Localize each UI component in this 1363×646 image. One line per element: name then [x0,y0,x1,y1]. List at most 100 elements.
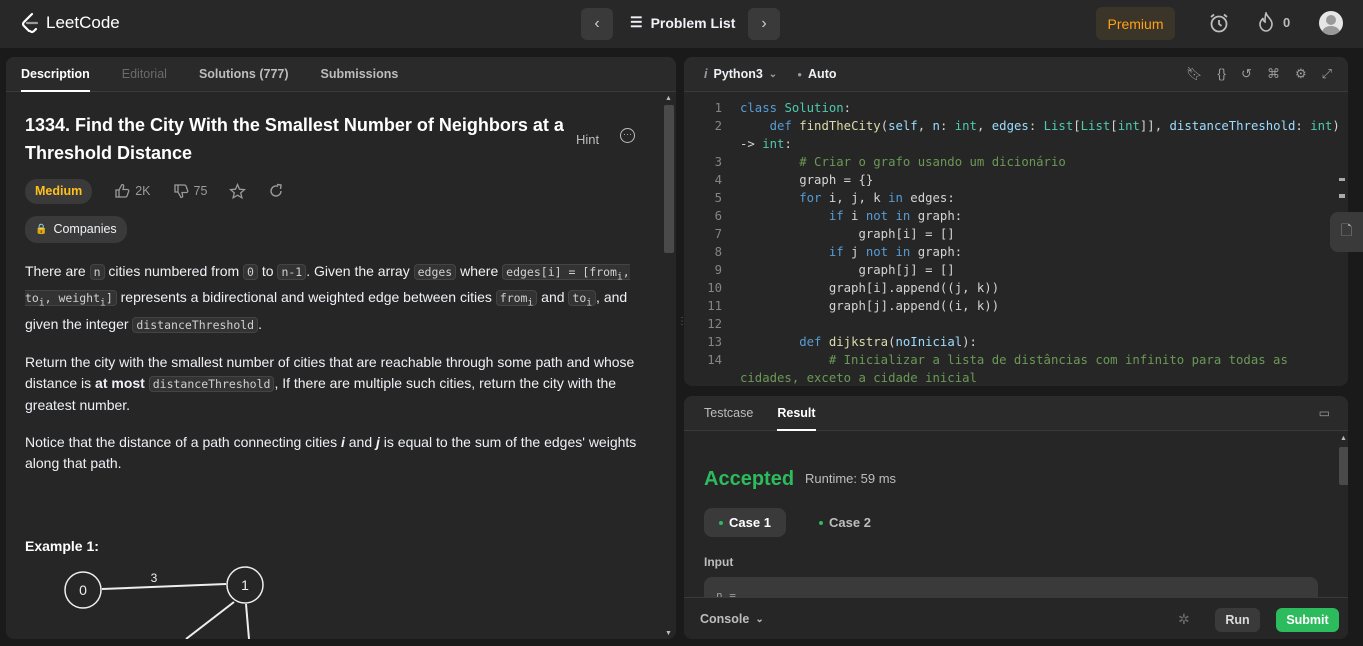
line-number: 10 [707,281,722,295]
leetcode-logo-icon [21,12,39,34]
result-tabs: Testcase Result ▭ [684,396,1348,431]
result-panel: Testcase Result ▭ Accepted Runtime: 59 m… [684,396,1348,639]
problem-list-button[interactable]: ☰ Problem List [630,14,735,31]
line-number: 8 [714,245,722,259]
runtime-text: Runtime: 59 ms [805,471,897,486]
description-panel: Description Editorial Solutions (777) Su… [6,57,676,639]
code-line: cidades, exceto a cidade inicial [740,371,977,385]
auto-mode[interactable]: ● Auto [797,67,836,81]
run-button[interactable]: Run [1215,608,1260,632]
command-icon[interactable]: ⌘ [1267,66,1280,82]
logo-text: LeetCode [46,13,120,32]
editor-toolbar: i Python3 ⌄ ● Auto 🔖︎ {} ↺ ⌘ ⚙ ⤢ [684,57,1348,92]
timer-button[interactable] [1208,12,1230,34]
code-line: if i not in graph: [828,209,963,223]
braces-icon[interactable]: {} [1217,66,1226,82]
result-footer: Console ⌄ ✲ Run Submit [684,597,1348,639]
tab-editorial[interactable]: Editorial [122,57,167,92]
next-problem-button[interactable]: › [748,8,780,40]
graph-edge-1-right [245,603,250,639]
favorite-button[interactable] [229,182,247,200]
fire-icon [1259,12,1273,32]
language-label: Python3 [713,67,763,81]
share-icon [270,183,283,197]
case-2-tab[interactable]: Case 2 [804,508,886,537]
tab-solutions[interactable]: Solutions (777) [199,57,289,92]
chevron-down-icon: ⌄ [768,68,778,80]
console-toggle[interactable]: Console ⌄ [700,612,764,626]
pass-dot-icon [719,520,723,525]
problem-paragraph-2: Return the city with the smallest number… [25,353,635,413]
code-line: if j not in graph: [828,245,963,259]
streak-button[interactable]: 0 [1257,12,1290,32]
debugger-icon[interactable]: ✲ [1178,611,1190,628]
dislike-button[interactable]: 75 [173,181,208,202]
graph-edge-0-1 [101,583,227,590]
tab-testcase[interactable]: Testcase [704,396,753,431]
code-line: graph = {} [740,173,874,187]
prev-problem-button[interactable]: ‹ [581,8,613,40]
share-button[interactable] [268,183,284,199]
thumbs-up-icon [115,183,130,198]
dislike-count: 75 [193,183,208,198]
graph-edge-weight: 3 [151,571,158,585]
top-navbar: LeetCode ‹ ☰ Problem List › Premium 0 [0,0,1363,48]
star-icon [229,182,247,199]
companies-label: Companies [53,222,117,236]
result-status: Accepted [704,468,795,490]
description-tabs: Description Editorial Solutions (777) Su… [6,57,676,92]
list-icon: ☰ [630,14,643,30]
settings-icon[interactable]: ⚙ [1295,66,1307,82]
console-label: Console [700,612,750,626]
code-line: class Solution: [740,101,852,115]
problem-paragraph-3: Notice that the distance of a path conne… [25,433,637,471]
premium-button[interactable]: Premium [1096,7,1175,40]
problem-title[interactable]: 1334. Find the City With the Smallest Nu… [25,111,565,167]
graph-node-1-label: 1 [241,577,249,593]
like-button[interactable]: 2K [114,181,151,202]
line-number: 5 [714,191,722,205]
language-select[interactable]: i Python3 ⌄ [704,67,777,81]
line-number: 11 [707,299,722,313]
code-line: for i, j, k in edges: [799,191,955,205]
line-number: 9 [714,263,722,277]
chevron-right-icon: › [761,15,767,32]
panel-splitter[interactable]: ⋮ [677,316,687,332]
code-line: def dijkstra(noInicial): [799,335,977,349]
result-scrollbar[interactable]: ▲ [1338,433,1348,597]
avatar[interactable] [1319,11,1343,35]
notes-tab[interactable]: 🗋 [1330,212,1363,252]
lock-icon: 🔒 [35,224,48,235]
case-1-tab[interactable]: Case 1 [704,508,786,537]
tab-submissions[interactable]: Submissions [321,57,399,92]
line-number: 6 [714,209,722,223]
more-options-icon[interactable]: ··· [620,128,635,143]
graph-node-0-label: 0 [79,582,87,598]
chevron-down-icon: ⌄ [755,613,764,625]
code-line: # Inicializar a lista de distâncias com … [828,353,1288,367]
code-line: # Criar o grafo usando um dicionário [799,155,1066,169]
like-count: 2K [135,183,151,198]
bookmark-icon[interactable]: 🔖︎ [1186,66,1203,82]
logo[interactable]: LeetCode [20,12,120,34]
companies-tag[interactable]: 🔒 Companies [25,216,127,243]
code-line: -> int: [740,137,792,151]
problem-list-label: Problem List [650,14,736,31]
tab-description[interactable]: Description [21,57,90,92]
auto-label: Auto [808,67,837,81]
dot-icon: ● [797,69,803,79]
description-scrollbar[interactable]: ▲ ▼ [662,93,676,639]
submit-button[interactable]: Submit [1276,608,1339,632]
streak-count: 0 [1283,14,1291,30]
code-line: graph[i].append((j, k)) [740,281,1000,295]
line-number: 7 [714,227,722,241]
graph-edge-1-down [185,601,235,639]
pass-dot-icon [819,520,823,525]
hint-button[interactable]: Hint [576,129,599,150]
reset-icon[interactable]: ↺ [1241,66,1252,82]
tab-result[interactable]: Result [777,396,816,431]
layout-toggle-icon[interactable]: ▭ [1319,406,1330,420]
fullscreen-icon[interactable]: ⤢ [1322,66,1332,82]
problem-paragraph-1: There are n cities numbered from 0 to n-… [25,263,630,333]
code-line: graph[j] = [] [740,263,955,277]
